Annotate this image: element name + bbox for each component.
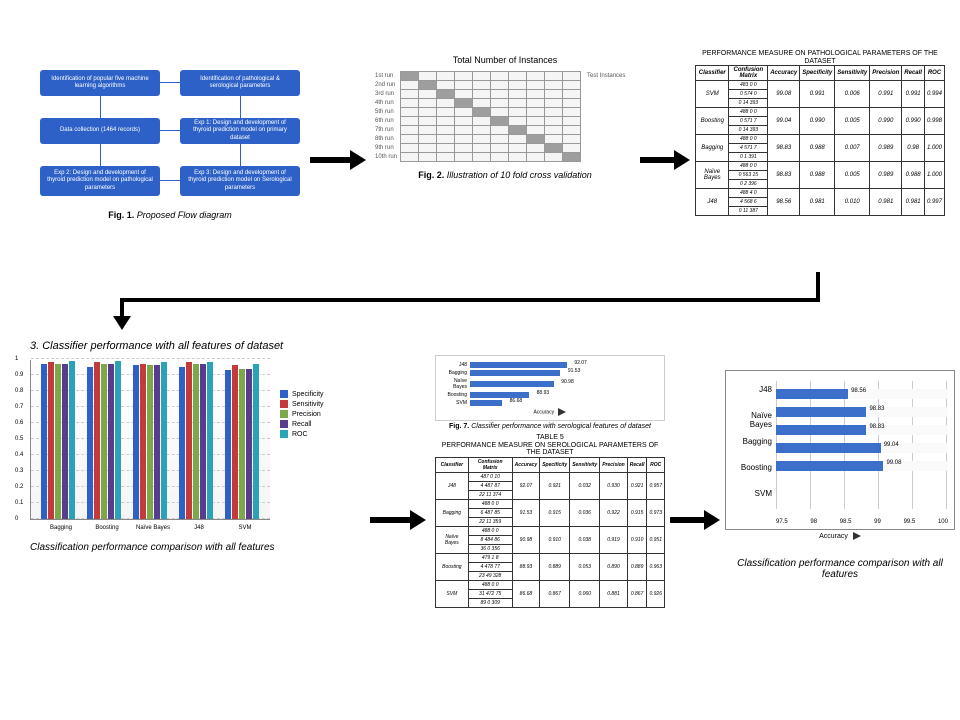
flow-box-3: Data collection (1464 records) [40,118,160,144]
panel4-caption: Classification performance comparison wi… [30,542,370,553]
flow-box-1: Identification of popular five machine l… [40,70,160,96]
perf-path-table: ClassifierConfusion MatrixAccuracySpecif… [695,65,945,216]
fig1-caption: Fig. 1. Fig. 1. Proposed Flow diagramPro… [40,210,300,220]
table5-title: TABLE 5PERFORMANCE MEASURE ON SEROLOGICA… [435,434,665,457]
arrow-5-6 [670,510,720,530]
arrow-4-5 [370,510,426,530]
flow-box-4: Exp 1: Design and development of thyroid… [180,118,300,144]
fig2-caption: Fig. 2. Illustration of 10 fold cross va… [375,170,635,180]
allfeat-panel: 3. Classifier performance with all featu… [30,340,370,553]
cv-title: Total Number of Instances [375,55,635,65]
arrow-1-2 [310,150,366,170]
fig7-caption: Fig. 7. Classifier performance with sero… [435,423,665,430]
perf-path-panel: PERFORMANCE MEASURE ON PATHOLOGICAL PARA… [695,50,945,216]
arrow-2-3 [640,150,690,170]
final-chart: J4898.56Naïve Bayes98.83Bagging98.83Boos… [725,370,955,530]
serological-panel: J4892.07Bagging91.53Naïve Bayes90.98Boos… [435,355,665,608]
perf-path-title: PERFORMANCE MEASURE ON PATHOLOGICAL PARA… [695,50,945,65]
perf-sero-table: ClassifierConfusion MatrixAccuracySpecif… [435,457,665,608]
allfeat-chart: 00.10.20.30.40.50.60.70.80.91BaggingBoos… [30,360,270,520]
allfeat-legend: SpecificitySensitivityPrecisionRecallROC [280,390,324,520]
flow-box-6: Exp 3: Design and development of thyroid… [180,166,300,196]
cv-panel: Total Number of Instances 1st run 2nd ru… [375,55,635,180]
panel6-caption: Classification performance comparison wi… [725,558,955,580]
flow-box-5: Exp 2: Design and development of thyroid… [40,166,160,196]
cv-grid [400,71,581,162]
panel4-title: 3. Classifier performance with all featu… [30,340,370,352]
final-chart-panel: J4898.56Naïve Bayes98.83Bagging98.83Boos… [725,370,955,580]
flow-diagram-panel: Identification of popular five machine l… [40,70,300,240]
test-instances-label: Test Instances [587,73,625,79]
flow-box-2: Identification of pathological & serolog… [180,70,300,96]
fig7-chart: J4892.07Bagging91.53Naïve Bayes90.98Boos… [440,362,620,406]
